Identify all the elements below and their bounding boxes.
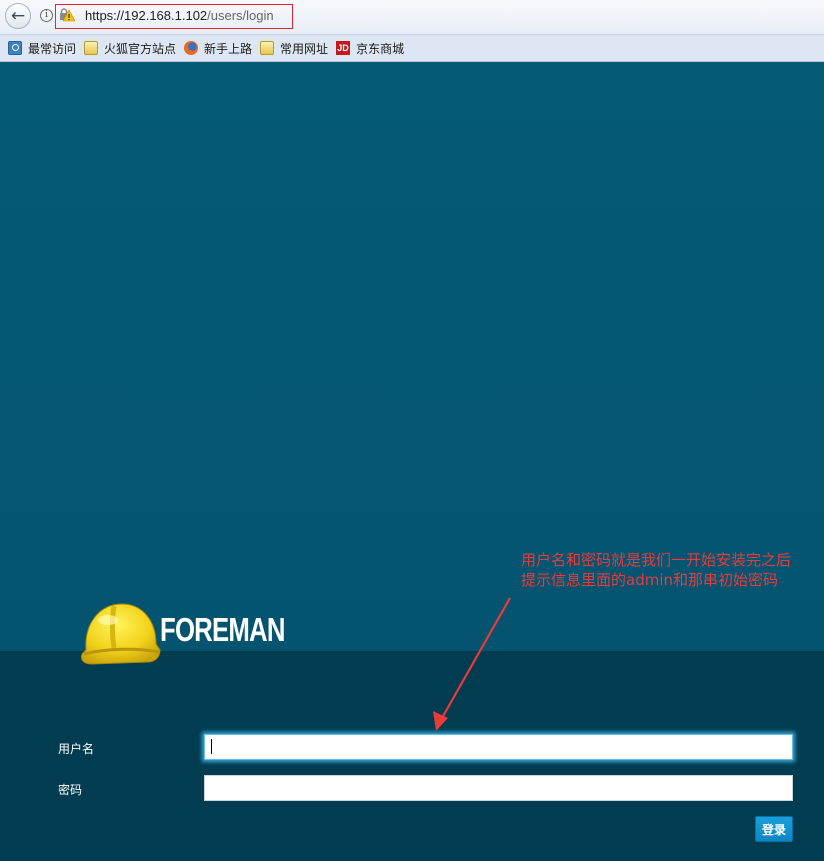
- bookmark-label: 火狐官方站点: [104, 41, 177, 56]
- jd-icon: JD: [336, 41, 351, 55]
- annotation-line-1: 用户名和密码就是我们一开始安装完之后: [521, 551, 792, 569]
- bookmarks-toolbar: 最常访问 火狐官方站点 新手上路 常用网址 JD 京东商城: [0, 35, 824, 62]
- url-path: /users/login: [207, 8, 274, 23]
- username-label: 用户名: [58, 742, 95, 756]
- bookmark-label: 京东商城: [356, 41, 405, 56]
- bookmark-label: 常用网址: [280, 41, 329, 56]
- url-host: https://192.168.1.102: [85, 8, 208, 23]
- folder-icon: [260, 41, 275, 55]
- annotation-line-2: 提示信息里面的admin和那串初始密码: [521, 571, 779, 589]
- helmet-logo-icon: [81, 603, 161, 665]
- folder-icon: [84, 41, 99, 55]
- address-bar[interactable]: https://192.168.1.102/users/login: [85, 8, 274, 23]
- bookmark-label: 最常访问: [28, 41, 77, 56]
- bookmark-firefox-official[interactable]: 火狐官方站点: [84, 40, 176, 57]
- password-input[interactable]: [204, 775, 793, 801]
- password-label: 密码: [58, 783, 83, 797]
- firefox-icon: [184, 41, 199, 55]
- login-button[interactable]: 登录: [755, 816, 793, 842]
- search-icon: [8, 41, 22, 55]
- back-button[interactable]: ←: [5, 3, 31, 29]
- bookmark-most-visited[interactable]: 最常访问: [8, 40, 76, 57]
- bookmark-getting-started[interactable]: 新手上路: [184, 40, 252, 57]
- annotation-note: 用户名和密码就是我们一开始安装完之后 提示信息里面的admin和那串初始密码: [521, 550, 821, 590]
- bookmark-label: 新手上路: [204, 41, 253, 56]
- info-icon[interactable]: i: [40, 9, 53, 22]
- bookmark-common-sites[interactable]: 常用网址: [260, 40, 328, 57]
- insecure-lock-icon[interactable]: [59, 8, 75, 22]
- browser-nav-bar: ← i https://192.168.1.102/users/login: [0, 0, 824, 35]
- username-input[interactable]: [204, 734, 793, 760]
- foreman-brand: FOREMAN: [160, 611, 285, 648]
- bookmark-jd-mall[interactable]: JD 京东商城: [336, 40, 404, 57]
- arrow-left-icon: ←: [10, 5, 26, 26]
- text-caret: [211, 739, 212, 754]
